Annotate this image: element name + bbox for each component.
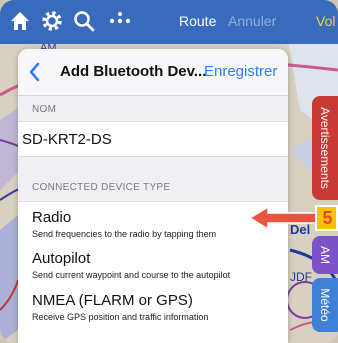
device-type-subtitle: Send frequencies to the radio by tapping…	[32, 229, 217, 239]
callout-arrow-icon	[250, 206, 316, 230]
notam-tab[interactable]: AM	[312, 236, 338, 274]
device-type-subtitle: Send current waypoint and course to the …	[32, 270, 231, 280]
device-type-autopilot[interactable]: Autopilot Send current waypoint and cour…	[18, 243, 288, 286]
save-button[interactable]: Enregistrer	[204, 63, 277, 80]
map-label-jdf: JDF	[290, 270, 312, 284]
device-type-title: NMEA (FLARM or GPS)	[32, 292, 193, 309]
weather-tab[interactable]: Météo	[312, 278, 338, 332]
name-section-header: NOM	[32, 104, 57, 115]
screen-frame: AM Del JDF Route Annuler Vol Add Bluetoo…	[0, 0, 338, 343]
notam-tab-label: AM	[318, 246, 332, 264]
more-options-icon[interactable]	[108, 9, 132, 33]
gear-icon[interactable]	[40, 9, 64, 33]
device-type-nmea[interactable]: NMEA (FLARM or GPS) Receive GPS position…	[18, 285, 288, 343]
device-type-title: Radio	[32, 209, 72, 226]
sheet-navigation-bar: Add Bluetooth Dev... Enregistrer	[18, 49, 288, 96]
add-bluetooth-device-sheet: Add Bluetooth Dev... Enregistrer NOM SD-…	[18, 49, 288, 343]
home-icon[interactable]	[8, 9, 32, 33]
device-type-title: Autopilot	[32, 250, 91, 267]
device-name-field[interactable]: SD-KRT2-DS	[18, 121, 288, 157]
sheet-title: Add Bluetooth Dev...	[60, 63, 207, 80]
device-type-section-header: CONNECTED DEVICE TYPE	[32, 182, 171, 193]
warnings-tab[interactable]: Avertissements	[312, 96, 338, 200]
vol-button[interactable]: Vol	[316, 13, 335, 29]
device-type-subtitle: Receive GPS position and traffic informa…	[32, 312, 209, 322]
device-name-value: SD-KRT2-DS	[22, 131, 112, 148]
search-icon[interactable]	[72, 9, 96, 33]
route-button[interactable]: Route	[179, 13, 216, 29]
cancel-button[interactable]: Annuler	[228, 13, 276, 29]
weather-tab-label: Météo	[318, 288, 332, 322]
step-badge: 5	[315, 205, 338, 231]
device-type-radio[interactable]: Radio Send frequencies to the radio by t…	[18, 201, 288, 245]
top-toolbar: Route Annuler Vol	[0, 0, 338, 44]
back-chevron-icon[interactable]	[26, 60, 44, 84]
step-number: 5	[322, 208, 333, 228]
warnings-tab-label: Avertissements	[318, 107, 332, 189]
